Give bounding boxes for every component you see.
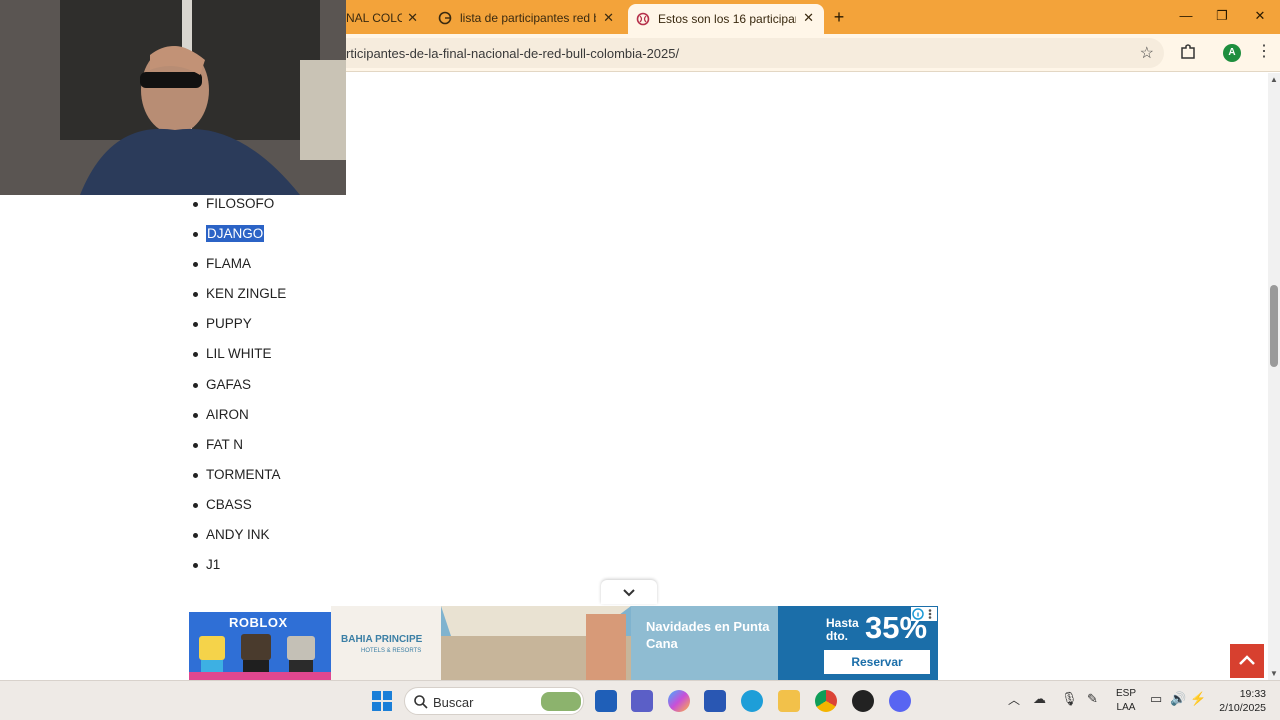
list-item: FAT N [192,434,286,464]
list-item-label: PUPPY [206,316,252,332]
language-indicator[interactable]: ESP LAA [1112,687,1140,715]
file-explorer-icon[interactable] [778,690,800,712]
close-icon[interactable]: ✕ [407,10,418,26]
list-item: AIRON [192,404,286,434]
profile-avatar[interactable]: A [1223,44,1241,62]
list-item-label: AIRON [206,406,249,422]
windows-start-icon[interactable] [371,690,393,712]
bahia-headline: Navidades en Punta Cana [646,619,770,651]
store-icon[interactable] [595,690,617,712]
scroll-down-icon[interactable]: ▼ [1269,669,1279,678]
arrow-up-icon [1239,655,1255,665]
chevron-up-icon[interactable]: ︿ [1008,691,1020,708]
list-item: FLAMA [192,253,286,283]
roblox-ad[interactable]: ROBLOX [189,612,331,680]
close-icon[interactable]: ✕ [803,10,814,26]
tab-title: lista de participantes red bull c [460,11,596,25]
url-text[interactable]: rticipantes-de-la-final-nacional-de-red-… [346,46,679,61]
page-scrollbar[interactable]: ▲ ▼ [1268,73,1280,680]
minimize-icon[interactable]: — [1176,6,1196,26]
list-item-label: TORMENTA [206,466,281,482]
teams-icon[interactable] [631,690,653,712]
search-label: Buscar [433,695,474,710]
speaker-icon[interactable]: 🔊 [1170,691,1186,707]
list-item-label: KEN ZINGLE [206,286,287,302]
bahia-hasta-label: Hasta dto. [826,616,859,643]
taskbar-search-box[interactable]: Buscar [404,687,584,715]
monitor-icon[interactable]: ▭ [1150,691,1162,707]
list-item-label-selected: DJANGO [206,225,265,243]
list-item-label: FAT N [206,436,244,452]
extensions-icon[interactable] [1178,42,1198,62]
list-item-label: J1 [206,557,221,573]
plus-icon[interactable]: + [830,6,848,28]
back-to-top-button[interactable] [1230,644,1264,678]
list-item: KEN ZINGLE [192,283,287,313]
microphone-icon[interactable]: 🎙 [1061,691,1078,707]
tab-title: NAL COLOM [346,11,402,25]
adchoices-icon[interactable] [911,607,937,621]
list-item: LIL WHITE [192,343,286,373]
clock-date: 2/10/2025 [1219,702,1266,714]
clock-time: 19:33 [1239,688,1266,700]
windows-taskbar: Buscar ︿ ☁ 🎙 ✎ ESP LAA ▭ 🔊 ⚡ 19:33 2/10/… [0,680,1280,720]
list-item: J1 [192,554,286,584]
roblox-characters-image [189,634,331,680]
close-icon[interactable]: ✕ [603,10,614,26]
list-item: PUPPY [192,313,286,343]
list-item: DJANGO [192,223,286,253]
bahia-logo-area: BAHIA PRINCIPE HOTELS & RESORTS [331,606,441,680]
list-item-label: FILOSOFO [206,196,275,211]
webcam-overlay [0,0,346,195]
list-item: TORMENTA [192,464,286,494]
pen-icon[interactable]: ✎ [1087,691,1098,707]
discord-icon[interactable] [889,690,911,712]
cloud-icon[interactable]: ☁ [1033,691,1046,707]
bahia-principe-ad[interactable]: BAHIA PRINCIPE HOTELS & RESORTS Navidade… [331,606,938,680]
list-item-label: GAFAS [206,376,252,392]
tab-2[interactable]: lista de participantes red bull c ✕ [432,4,624,32]
edge-icon[interactable] [741,690,763,712]
chrome-icon[interactable] [815,690,837,712]
copilot-icon[interactable] [668,690,690,712]
list-item: CBASS [192,494,286,524]
list-item: FILOSOFO [192,193,286,223]
tab-title: Estos son los 16 participantes d [658,12,796,26]
webcam-person-image [0,0,346,195]
obs-icon[interactable] [852,690,874,712]
address-bar[interactable]: rticipantes-de-la-final-nacional-de-red-… [330,38,1164,68]
language-sub: LAA [1116,702,1136,713]
list-item-label: CBASS [206,496,252,512]
list-item-label: ANDY INK [206,527,270,543]
ad-collapse-button[interactable] [601,580,657,604]
battery-icon[interactable]: ⚡ [1190,691,1206,707]
info-icon [912,608,932,620]
bahia-logo: BAHIA PRINCIPE [341,634,423,645]
reservar-button[interactable]: Reservar [824,650,930,674]
star-icon[interactable]: ☆ [1140,43,1154,63]
scrollbar-thumb[interactable] [1270,285,1278,367]
app-icon[interactable] [704,690,726,712]
screen: FILOSOFO DJANGO FLAMA KEN ZINGLE PUPPY L… [0,0,1280,720]
tab-3-active[interactable]: Estos son los 16 participantes d ✕ [628,4,824,34]
clock[interactable]: 19:33 2/10/2025 [1210,687,1266,715]
participants-list: FILOSOFO DJANGO FLAMA KEN ZINGLE PUPPY L… [192,193,287,584]
scroll-up-icon[interactable]: ▲ [1269,75,1279,84]
search-highlight-image [541,692,581,711]
window-close-icon[interactable]: ✕ [1250,6,1270,26]
tab-1[interactable]: NAL COLOM ✕ [346,4,428,32]
chevron-down-icon [623,589,635,597]
language-code: ESP [1115,688,1136,699]
bahia-logo-subtitle: HOTELS & RESORTS [361,648,422,654]
google-icon [438,11,452,25]
list-item: ANDY INK [192,524,286,554]
search-icon [414,695,428,709]
list-item: GAFAS [192,374,286,404]
globe-icon [636,12,650,26]
maximize-icon[interactable]: ❐ [1212,6,1232,26]
kebab-menu-icon[interactable]: ⋮ [1256,42,1272,62]
list-item-label: FLAMA [206,256,252,272]
list-item-label: LIL WHITE [206,346,272,362]
